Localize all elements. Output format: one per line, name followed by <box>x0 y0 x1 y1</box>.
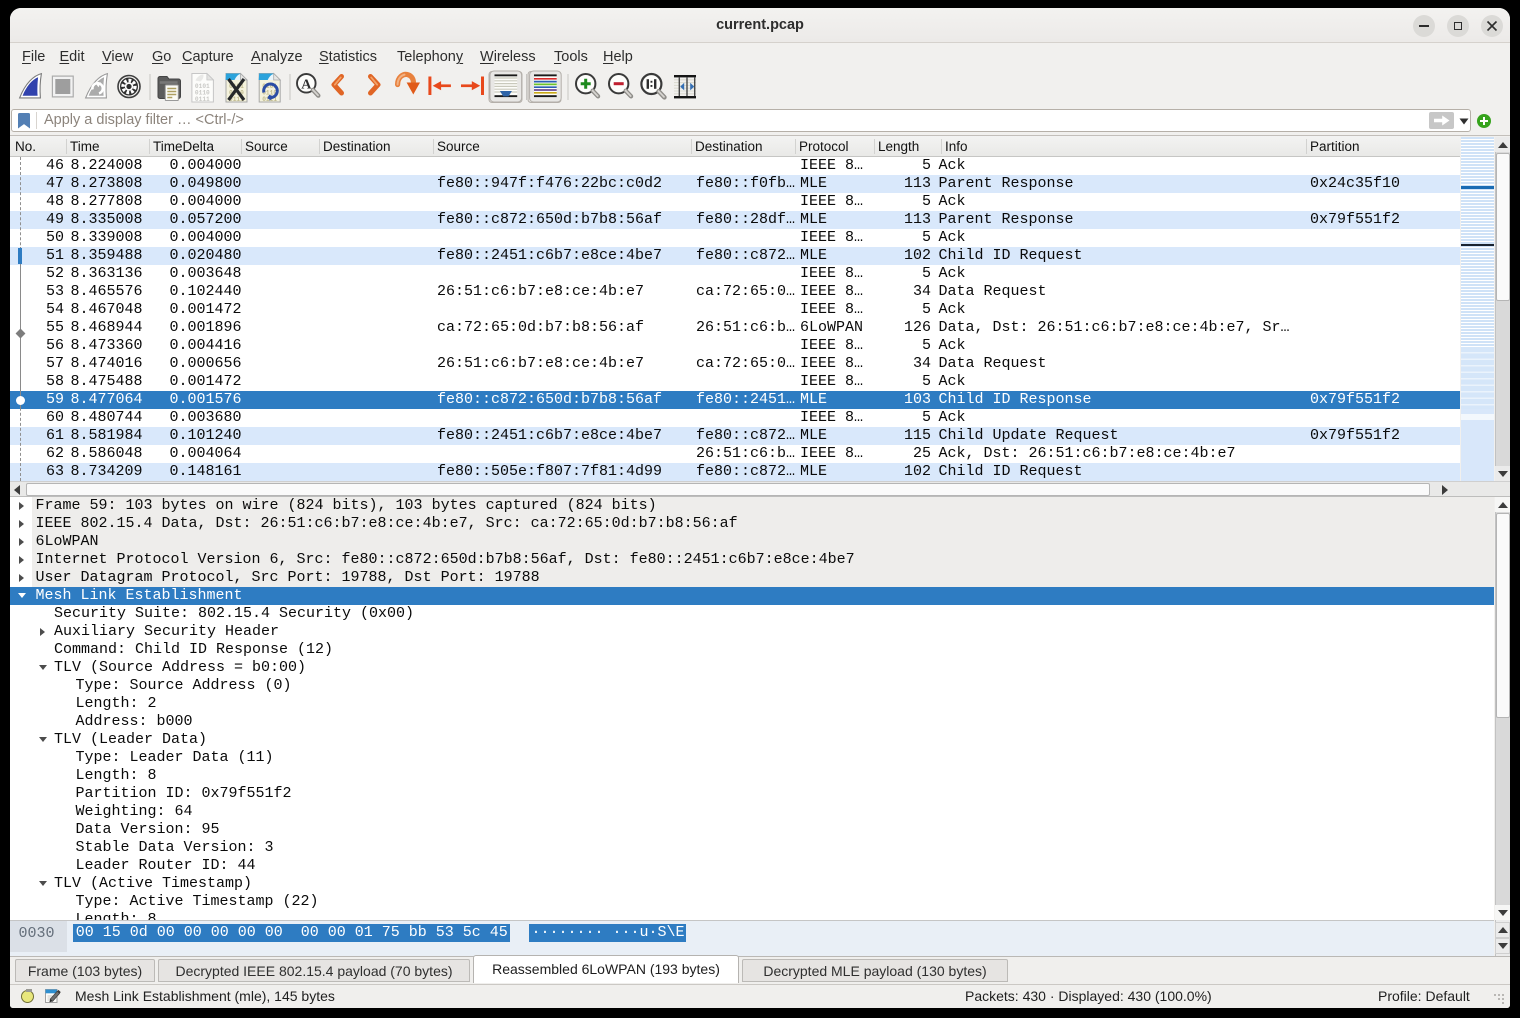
svg-text:0111: 0111 <box>195 96 210 103</box>
svg-text:A: A <box>301 78 312 93</box>
